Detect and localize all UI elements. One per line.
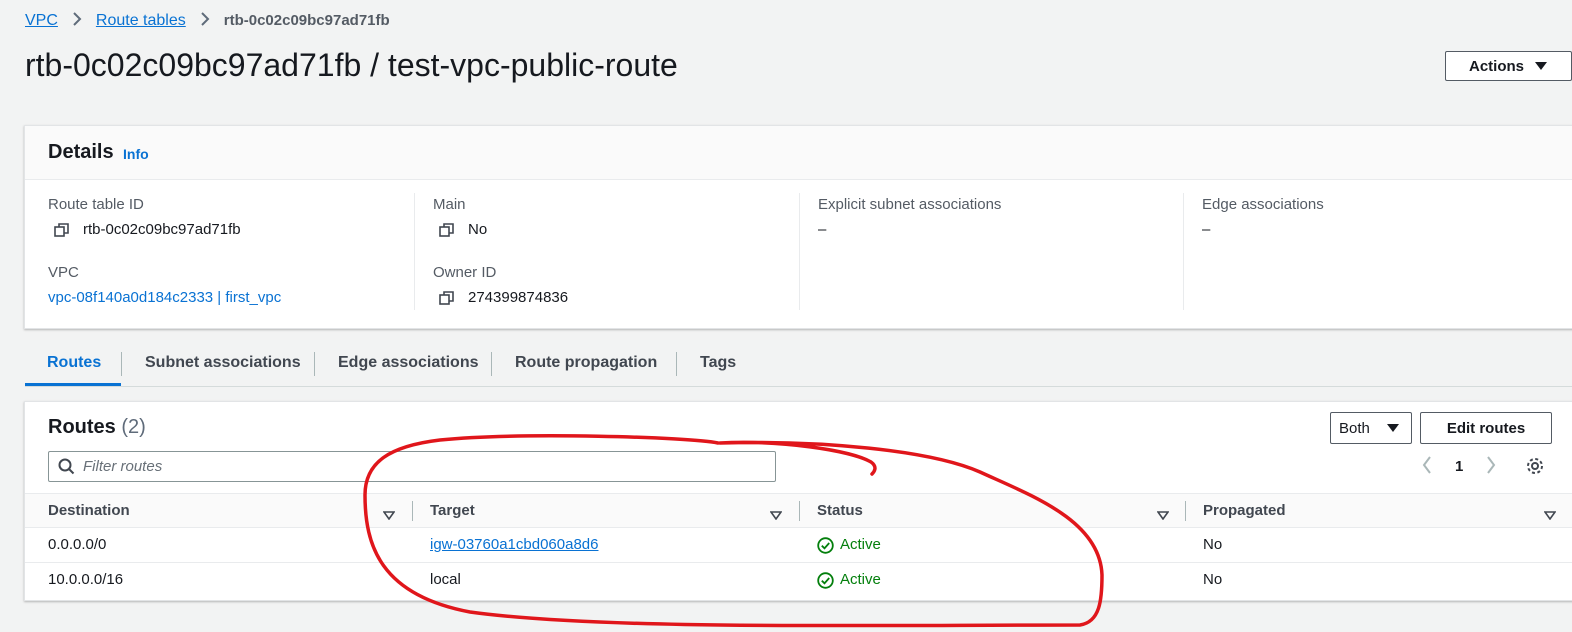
copy-icon[interactable] xyxy=(439,222,455,238)
route-table-id-value: rtb-0c02c09bc97ad71fb xyxy=(48,221,241,238)
tab-edge-associations[interactable]: Edge associations xyxy=(316,340,501,386)
tab-separator xyxy=(491,352,492,376)
row-status-text: Active xyxy=(840,571,881,588)
owner-id-text: 274399874836 xyxy=(468,289,569,306)
column-target[interactable]: Target xyxy=(430,494,475,528)
tab-bar: Routes Subnet associations Edge associat… xyxy=(25,340,1572,387)
actions-button[interactable]: Actions xyxy=(1445,51,1572,81)
routes-panel: Routes (2) Filter routes Both Edit route… xyxy=(24,401,1572,601)
vpc-link[interactable]: vpc-08f140a0d184c2333 | first_vpc xyxy=(48,289,281,306)
next-page-icon[interactable] xyxy=(1486,456,1496,478)
both-dropdown-label: Both xyxy=(1339,419,1370,437)
details-panel: Details Info Route table ID rtb-0c02c09b… xyxy=(24,125,1572,329)
route-table-id-label: Route table ID xyxy=(48,196,144,213)
column-separator xyxy=(412,501,413,521)
search-icon xyxy=(58,458,75,475)
row-target: local xyxy=(430,571,461,588)
sort-down-icon[interactable] xyxy=(1543,507,1557,525)
chevron-right-icon xyxy=(72,10,82,31)
row-propagated: No xyxy=(1203,536,1223,553)
filter-placeholder: Filter routes xyxy=(83,458,163,475)
explicit-subnet-label: Explicit subnet associations xyxy=(818,196,1002,213)
breadcrumb-route-tables-link[interactable]: Route tables xyxy=(96,12,186,30)
main-text: No xyxy=(468,221,488,238)
column-status[interactable]: Status xyxy=(817,494,863,528)
explicit-subnet-value: – xyxy=(818,221,827,238)
row-destination: 0.0.0.0/0 xyxy=(48,536,107,553)
page-number[interactable]: 1 xyxy=(1455,458,1463,475)
filter-routes-input[interactable]: Filter routes xyxy=(48,451,776,482)
check-circle-icon xyxy=(817,536,834,554)
tab-routes[interactable]: Routes xyxy=(25,340,121,386)
row-propagated: No xyxy=(1203,571,1223,588)
column-divider xyxy=(414,193,415,310)
main-value: No xyxy=(433,221,487,238)
row-destination: 10.0.0.0/16 xyxy=(48,571,124,588)
tab-subnet-associations[interactable]: Subnet associations xyxy=(123,340,323,386)
table-row: 0.0.0.0/0 igw-03760a1cbd060a8d6 Active N… xyxy=(25,528,1572,563)
details-header: Details Info xyxy=(25,126,1572,180)
copy-icon[interactable] xyxy=(439,290,455,306)
column-propagated[interactable]: Propagated xyxy=(1203,494,1286,528)
row-target-link[interactable]: igw-03760a1cbd060a8d6 xyxy=(430,528,598,562)
breadcrumb: VPC Route tables rtb-0c02c09bc97ad71fb xyxy=(25,10,390,31)
column-separator xyxy=(799,501,800,521)
details-title: Details xyxy=(48,141,114,163)
page-title: rtb-0c02c09bc97ad71fb / test-vpc-public-… xyxy=(25,47,678,83)
tab-route-propagation[interactable]: Route propagation xyxy=(493,340,679,386)
tab-separator xyxy=(121,352,122,376)
edit-routes-button[interactable]: Edit routes xyxy=(1420,412,1552,444)
routes-count: (2) xyxy=(121,416,146,438)
settings-gear-icon[interactable] xyxy=(1525,456,1545,480)
column-separator xyxy=(1185,501,1186,521)
routes-title: Routes (2) xyxy=(48,416,146,439)
table-row: 10.0.0.0/16 local Active No xyxy=(25,563,1572,598)
tab-separator xyxy=(676,352,677,376)
edge-associations-label: Edge associations xyxy=(1202,196,1324,213)
owner-id-label: Owner ID xyxy=(433,264,497,281)
routes-title-text: Routes xyxy=(48,416,116,438)
check-circle-icon xyxy=(817,571,834,589)
main-label: Main xyxy=(433,196,466,213)
chevron-right-icon xyxy=(200,10,210,31)
caret-down-icon xyxy=(1535,62,1548,70)
info-link[interactable]: Info xyxy=(123,146,149,162)
column-destination[interactable]: Destination xyxy=(48,494,130,528)
caret-down-icon xyxy=(1386,424,1399,432)
breadcrumb-current: rtb-0c02c09bc97ad71fb xyxy=(223,12,390,29)
route-table-id-text: rtb-0c02c09bc97ad71fb xyxy=(83,221,241,238)
row-status-text: Active xyxy=(840,536,881,553)
tab-tags[interactable]: Tags xyxy=(678,340,758,386)
edge-associations-value: – xyxy=(1202,221,1211,238)
owner-id-value: 274399874836 xyxy=(433,289,568,306)
column-divider xyxy=(1183,193,1184,310)
routes-table-header: Destination Target Status Propagated xyxy=(25,493,1572,528)
both-dropdown[interactable]: Both xyxy=(1330,412,1412,444)
row-status: Active xyxy=(817,563,881,597)
tab-separator xyxy=(314,352,315,376)
vpc-label: VPC xyxy=(48,264,79,281)
sort-down-icon[interactable] xyxy=(1156,507,1170,525)
row-status: Active xyxy=(817,528,881,562)
sort-down-icon[interactable] xyxy=(382,507,396,525)
actions-button-label: Actions xyxy=(1469,57,1525,75)
previous-page-icon[interactable] xyxy=(1422,456,1432,478)
sort-down-icon[interactable] xyxy=(769,507,783,525)
copy-icon[interactable] xyxy=(54,222,70,238)
breadcrumb-vpc-link[interactable]: VPC xyxy=(25,12,58,30)
column-divider xyxy=(799,193,800,310)
